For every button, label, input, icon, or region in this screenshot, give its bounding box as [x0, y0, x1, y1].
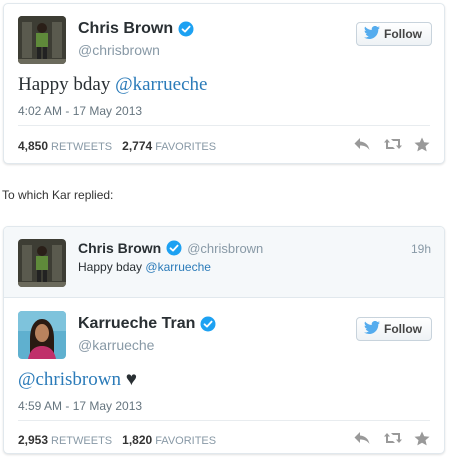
divider	[18, 420, 430, 421]
avatar[interactable]	[18, 311, 66, 359]
tweet-text-plain: Happy bday	[18, 74, 116, 95]
favorites-count: 1,820	[122, 433, 153, 447]
parent-text-plain: Happy bday	[78, 260, 146, 274]
follow-button[interactable]: Follow	[356, 317, 432, 341]
user-handle[interactable]: @karrueche	[78, 337, 154, 353]
retweet-icon[interactable]	[384, 431, 402, 445]
reply-icon[interactable]	[354, 137, 370, 151]
retweets-label: RETWEETS	[51, 141, 113, 153]
avatar[interactable]	[18, 16, 66, 64]
parent-tweet-text: Happy bday @karrueche	[78, 260, 211, 274]
retweets-stat[interactable]: 2,953 RETWEETS	[18, 433, 112, 447]
favorites-label: FAVORITES	[155, 435, 217, 447]
parent-mention-link[interactable]: @karrueche	[145, 260, 211, 274]
display-name[interactable]: Karrueche Tran	[78, 315, 195, 333]
favorite-star-icon[interactable]	[414, 431, 430, 446]
parent-avatar[interactable]	[18, 239, 66, 287]
tweet-card-karrueche-tran: Chris Brown @chrisbrown 19h Happy bday @…	[3, 226, 445, 454]
tweet-actions	[354, 431, 430, 446]
tweet-header: Karrueche Tran @karrueche Follow	[18, 311, 432, 361]
mention-link[interactable]: @chrisbrown	[18, 369, 121, 390]
retweet-icon[interactable]	[384, 137, 402, 151]
tweet-stats: 2,953 RETWEETS 1,820 FAVORITES	[18, 433, 216, 447]
follow-label: Follow	[384, 322, 422, 336]
retweets-stat[interactable]: 4,850 RETWEETS	[18, 139, 112, 153]
favorites-stat[interactable]: 1,820 FAVORITES	[122, 433, 216, 447]
retweets-count: 4,850	[18, 139, 49, 153]
tweet-actions	[354, 137, 430, 152]
twitter-bird-icon	[364, 25, 380, 42]
user-handle[interactable]: @chrisbrown	[78, 42, 160, 58]
caption-text: To which Kar replied:	[2, 188, 114, 202]
retweets-label: RETWEETS	[51, 435, 113, 447]
follow-label: Follow	[384, 27, 422, 41]
in-reply-to-tweet[interactable]: Chris Brown @chrisbrown 19h Happy bday @…	[4, 227, 444, 298]
tweet-timestamp[interactable]: 4:02 AM - 17 May 2013	[18, 104, 142, 118]
tweet-stats: 4,850 RETWEETS 2,774 FAVORITES	[18, 139, 216, 153]
parent-user-handle[interactable]: @chrisbrown	[187, 241, 263, 256]
divider	[18, 125, 430, 126]
twitter-bird-icon	[364, 320, 380, 337]
favorites-label: FAVORITES	[155, 141, 217, 153]
verified-badge-icon	[200, 316, 216, 332]
tweet-card-chris-brown: Chris Brown @chrisbrown Follow Happy bda…	[3, 3, 445, 164]
tweet-text-suffix: ♥	[120, 369, 138, 390]
tweet-text: @chrisbrown ♥	[18, 369, 137, 391]
parent-display-name[interactable]: Chris Brown	[78, 240, 161, 256]
retweets-count: 2,953	[18, 433, 49, 447]
display-name[interactable]: Chris Brown	[78, 20, 173, 38]
tweet-text: Happy bday @karrueche	[18, 74, 207, 96]
reply-icon[interactable]	[354, 431, 370, 445]
verified-badge-icon	[166, 240, 182, 256]
follow-button[interactable]: Follow	[356, 22, 432, 46]
mention-link[interactable]: @karrueche	[115, 74, 207, 95]
tweet-header: Chris Brown @chrisbrown Follow	[18, 16, 432, 66]
favorite-star-icon[interactable]	[414, 137, 430, 152]
parent-time[interactable]: 19h	[411, 242, 431, 256]
favorites-count: 2,774	[122, 139, 153, 153]
favorites-stat[interactable]: 2,774 FAVORITES	[122, 139, 216, 153]
verified-badge-icon	[178, 21, 194, 37]
tweet-timestamp[interactable]: 4:59 AM - 17 May 2013	[18, 399, 142, 413]
